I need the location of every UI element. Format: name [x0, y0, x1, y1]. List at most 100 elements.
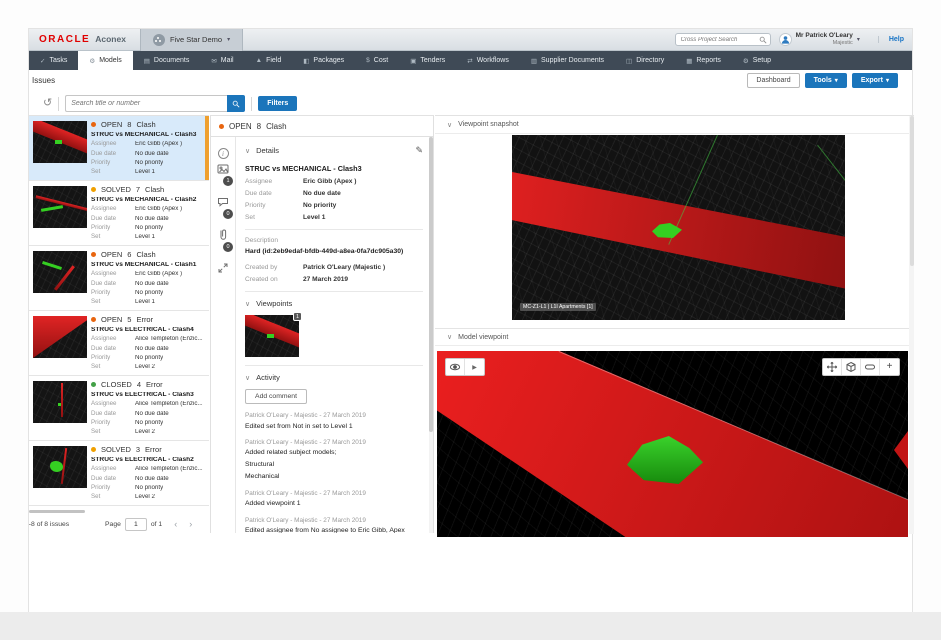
- export-button[interactable]: Export▾: [852, 73, 898, 88]
- issue-status: CLOSED: [101, 381, 132, 389]
- info-icon[interactable]: i: [217, 147, 230, 160]
- detail-scrollbar[interactable]: [429, 137, 433, 533]
- project-selector[interactable]: Five Star Demo ▾: [140, 29, 243, 51]
- viewer-scrollbar[interactable]: [909, 116, 914, 534]
- nav-tab-cost[interactable]: $ Cost: [355, 51, 399, 70]
- edit-pencil-icon[interactable]: ✎: [415, 145, 423, 156]
- model-viewport[interactable]: ▶ +: [437, 351, 908, 537]
- refresh-icon[interactable]: ↺: [43, 98, 52, 109]
- activity-text: Added viewpoint 1: [245, 500, 423, 508]
- pan-icon[interactable]: [823, 359, 842, 375]
- issue-status: OPEN: [101, 121, 122, 129]
- issue-list-item[interactable]: OPEN 6 Clash STRUC vs MECHANICAL - Clash…: [29, 246, 209, 311]
- issue-title: STRUC vs MECHANICAL - Clash3: [91, 132, 205, 139]
- viewpoints-section-title: Viewpoints: [256, 299, 292, 308]
- nav-tab-icon: ◧: [303, 57, 309, 65]
- activity-list: Patrick O'Leary - Majestic - 27 March 20…: [245, 412, 423, 533]
- search-icon: [759, 36, 767, 44]
- dashboard-button[interactable]: Dashboard: [747, 73, 799, 88]
- nav-tab-workflows[interactable]: ⇄ Workflows: [456, 51, 520, 70]
- user-avatar-icon: [779, 33, 792, 46]
- details-section-title: Details: [256, 146, 279, 155]
- nav-tab-supplier-documents[interactable]: ▥ Supplier Documents: [520, 51, 615, 70]
- cross-project-search[interactable]: [675, 33, 771, 46]
- next-page-icon[interactable]: ›: [189, 520, 192, 529]
- horizontal-scrollbar[interactable]: [29, 510, 85, 513]
- issue-assignee: Eric Gibb (Apex ): [135, 271, 182, 277]
- nav-tab-tenders[interactable]: ▣ Tenders: [399, 51, 456, 70]
- page-number-input[interactable]: [125, 518, 147, 531]
- nav-tab-models[interactable]: ⚙ Models: [78, 51, 132, 70]
- nav-tab-icon: ◫: [626, 57, 632, 65]
- expand-arrow-icon[interactable]: ▶: [465, 359, 484, 375]
- top-bar: ORACLE Aconex Five Star Demo ▾ Mr Patric…: [29, 29, 912, 51]
- nav-tab-mail[interactable]: ✉ Mail: [200, 51, 244, 70]
- activity-meta: Patrick O'Leary - Majestic - 27 March 20…: [245, 412, 423, 419]
- measure-icon[interactable]: [861, 359, 880, 375]
- section-box-icon[interactable]: [842, 359, 861, 375]
- nav-tab-reports[interactable]: ▦ Reports: [675, 51, 732, 70]
- detail-icon-rail: i 1 0 0: [211, 137, 236, 533]
- search-button[interactable]: [227, 95, 245, 112]
- issues-search-bar: ↺ Filters: [29, 92, 912, 115]
- filters-button[interactable]: Filters: [258, 96, 297, 111]
- snapshot-area: MC-Z1-L1 | L1I Apartments [1]: [435, 134, 914, 324]
- issue-list-item[interactable]: SOLVED 3 Error STRUC vs ELECTRICAL - Cla…: [29, 441, 209, 506]
- nav-tab-icon: $: [366, 57, 370, 64]
- visibility-eye-icon[interactable]: [446, 359, 465, 375]
- issue-list-item[interactable]: OPEN 5 Error STRUC vs ELECTRICAL - Clash…: [29, 311, 209, 376]
- issue-list-item[interactable]: OPEN 8 Clash STRUC vs MECHANICAL - Clash…: [29, 116, 209, 181]
- user-menu[interactable]: Mr Patrick O'Leary Majestic ▾: [779, 33, 860, 46]
- help-link[interactable]: Help: [878, 36, 904, 43]
- status-dot: [91, 122, 96, 127]
- issue-due-date: No due date: [135, 216, 169, 222]
- nav-tab-packages[interactable]: ◧ Packages: [292, 51, 355, 70]
- nav-tab-label: Mail: [221, 57, 234, 64]
- nav-tab-directory[interactable]: ◫ Directory: [615, 51, 675, 70]
- nav-tab-label: Workflows: [477, 57, 509, 64]
- chevron-down-icon: ▾: [227, 36, 230, 43]
- snapshot-section-header[interactable]: ∨ Viewpoint snapshot: [435, 116, 914, 134]
- nav-tab-label: Setup: [753, 57, 771, 64]
- issue-list-item[interactable]: SOLVED 7 Clash STRUC vs MECHANICAL - Cla…: [29, 181, 209, 246]
- issue-title: STRUC vs ELECTRICAL - Clash3: [91, 392, 205, 399]
- issue-set: Level 1: [135, 169, 155, 175]
- cross-project-search-input[interactable]: [679, 36, 759, 44]
- issue-due-date: No due date: [135, 151, 169, 157]
- activity-text: Added related subject models;: [245, 449, 423, 457]
- snapshot-model-label: MC-Z1-L1 | L1I Apartments [1]: [520, 303, 596, 311]
- viewpoint-thumbnail[interactable]: 1: [245, 315, 299, 357]
- add-comment-button[interactable]: Add comment: [245, 389, 307, 404]
- page-toolbar: Issues Dashboard Tools▾ Export▾: [29, 70, 912, 92]
- tools-button[interactable]: Tools▾: [805, 73, 847, 88]
- activity-meta: Patrick O'Leary - Majestic - 27 March 20…: [245, 439, 423, 446]
- issue-due-date: No due date: [135, 476, 169, 482]
- issue-list-item[interactable]: CLOSED 4 Error STRUC vs ELECTRICAL - Cla…: [29, 376, 209, 441]
- nav-tab-icon: ✓: [40, 57, 45, 65]
- model-section-header[interactable]: ∨ Model viewpoint: [435, 328, 914, 346]
- issue-thumbnail: [33, 251, 87, 293]
- activity-entry: Patrick O'Leary - Majestic - 27 March 20…: [245, 439, 423, 482]
- viewpoints-icon[interactable]: [217, 162, 230, 175]
- nav-tab-tasks[interactable]: ✓ Tasks: [29, 51, 78, 70]
- issue-assignee: Eric Gibb (Apex ): [135, 141, 182, 147]
- attachments-icon[interactable]: [217, 228, 230, 241]
- nav-tab-icon: ✉: [211, 57, 216, 65]
- comments-icon[interactable]: [217, 195, 230, 208]
- viewpoint-snapshot-image[interactable]: MC-Z1-L1 | L1I Apartments [1]: [512, 135, 845, 320]
- nav-tab-field[interactable]: ▲ Field: [245, 51, 293, 70]
- nav-tab-label: Directory: [636, 57, 664, 64]
- nav-tab-setup[interactable]: ⚙ Setup: [732, 51, 782, 70]
- viewpoint-thumb-image: [245, 315, 299, 357]
- search-icon: [232, 100, 240, 108]
- zoom-in-icon[interactable]: +: [880, 359, 899, 375]
- nav-tab-documents[interactable]: ▤ Documents: [133, 51, 201, 70]
- chevron-down-icon: ▾: [886, 77, 889, 84]
- activity-entry: Patrick O'Leary - Majestic - 27 March 20…: [245, 412, 423, 431]
- prev-page-icon[interactable]: ‹: [174, 520, 177, 529]
- detail-number: 8: [257, 122, 261, 131]
- created-on-value: 27 March 2019: [303, 276, 348, 283]
- issue-set: Level 1: [135, 299, 155, 305]
- issue-search-input[interactable]: [65, 95, 227, 112]
- related-items-icon[interactable]: [217, 261, 230, 274]
